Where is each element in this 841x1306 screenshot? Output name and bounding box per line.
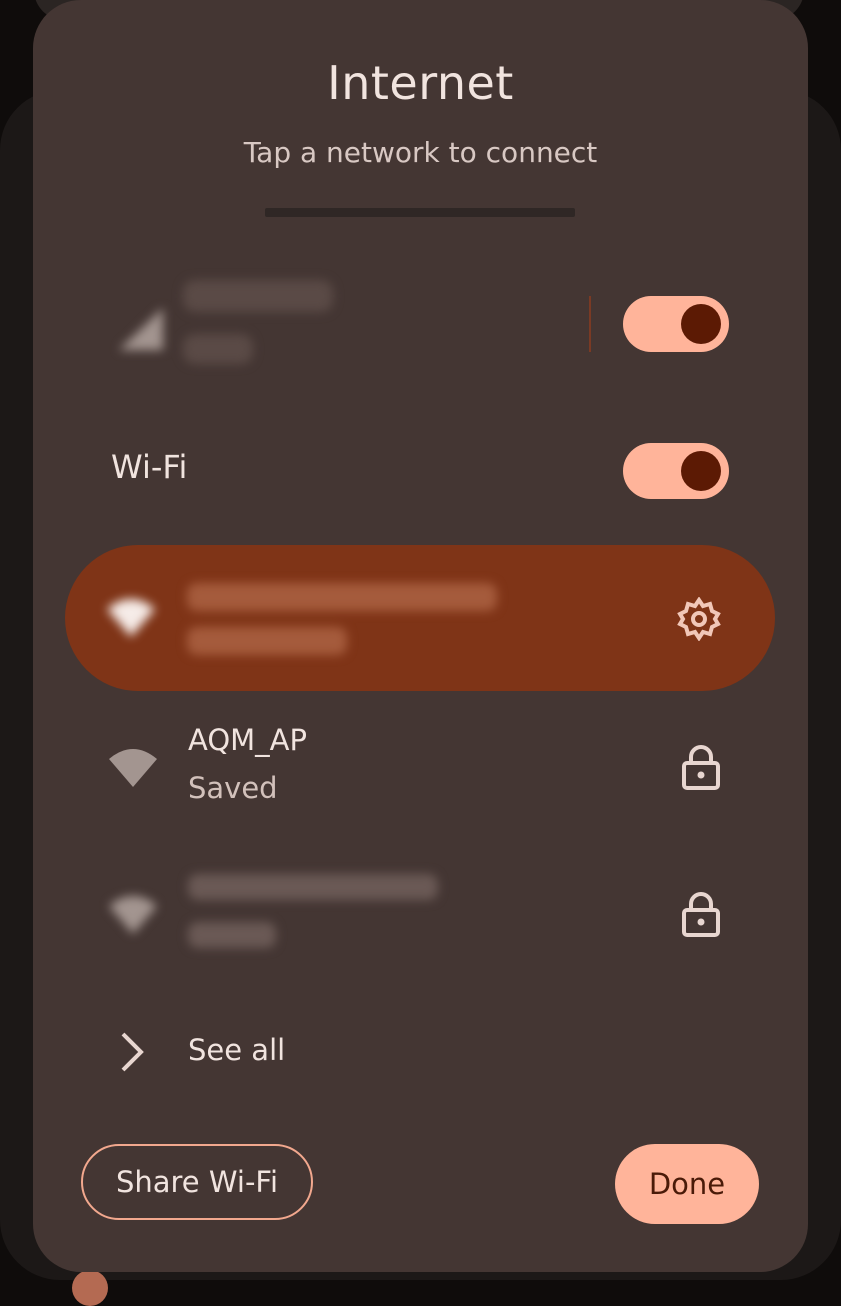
wifi-label: Wi-Fi <box>111 448 188 486</box>
dialog-subtitle: Tap a network to connect <box>243 136 598 169</box>
connected-network-item[interactable] <box>65 545 775 691</box>
toggle-knob <box>681 304 721 344</box>
dialog-title: Internet <box>327 56 514 110</box>
network-name-blur <box>188 874 438 900</box>
network-status-blur <box>187 627 347 655</box>
divider <box>589 296 591 352</box>
signal-icon <box>119 308 163 350</box>
lock-icon <box>682 745 720 790</box>
network-item[interactable]: AQM_AP Saved <box>33 715 808 825</box>
network-status-blur <box>188 922 276 948</box>
see-all-label: See all <box>188 1033 286 1067</box>
background-avatar <box>72 1270 108 1306</box>
loading-indicator <box>265 208 575 217</box>
toggle-knob <box>681 451 721 491</box>
wifi-icon <box>109 749 157 787</box>
share-wifi-button[interactable]: Share Wi-Fi <box>81 1144 313 1220</box>
network-status: Saved <box>188 771 278 805</box>
wifi-icon <box>107 599 155 637</box>
mobile-data-toggle[interactable] <box>623 296 729 352</box>
wifi-icon <box>109 896 157 934</box>
mobile-type-blur <box>183 334 253 364</box>
connected-network-content <box>65 545 775 691</box>
gear-icon[interactable] <box>677 597 721 641</box>
network-item[interactable] <box>33 862 808 972</box>
chevron-right-icon <box>121 1032 144 1072</box>
wifi-toggle[interactable] <box>623 443 729 499</box>
lock-icon <box>682 892 720 937</box>
mobile-carrier-blur <box>183 280 333 312</box>
network-name-blur <box>187 583 497 611</box>
done-button[interactable]: Done <box>615 1144 759 1224</box>
internet-dialog: Internet Tap a network to connect Wi-Fi <box>33 0 808 1272</box>
network-name: AQM_AP <box>188 723 308 757</box>
